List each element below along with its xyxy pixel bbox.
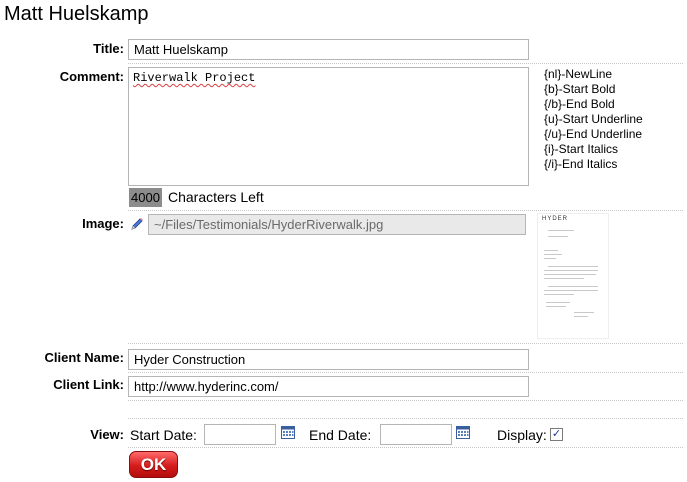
title-label: Title:	[93, 41, 124, 56]
row-divider	[128, 210, 683, 211]
row-divider	[128, 343, 683, 344]
image-thumbnail[interactable]: HYDER	[537, 213, 609, 339]
thumb-line	[574, 312, 594, 313]
display-checkbox[interactable]: ✓	[550, 428, 563, 441]
image-path-input[interactable]	[148, 214, 526, 235]
characters-left-label: Characters Left	[168, 189, 264, 205]
thumb-line	[548, 236, 568, 237]
pencil-edit-icon[interactable]	[129, 216, 145, 232]
start-date-input[interactable]	[204, 424, 276, 445]
thumb-line	[544, 270, 598, 271]
thumb-line	[548, 266, 598, 267]
thumb-line	[574, 316, 588, 317]
help-start-underline: {u}-Start Underline	[544, 112, 643, 126]
start-date-calendar-icon[interactable]	[281, 425, 295, 439]
ok-button[interactable]: OK	[129, 451, 178, 478]
row-divider	[128, 63, 683, 64]
row-divider	[128, 372, 683, 373]
thumbnail-header-text: HYDER	[542, 216, 569, 222]
thumb-line	[544, 250, 558, 251]
client-link-input[interactable]	[128, 376, 529, 397]
row-divider	[128, 418, 683, 419]
thumb-line	[544, 294, 574, 295]
help-end-underline: {/u}-End Underline	[544, 127, 643, 141]
thumb-line	[548, 230, 574, 231]
help-start-italics: {i}-Start Italics	[544, 142, 619, 156]
row-divider	[128, 447, 683, 448]
row-divider	[128, 400, 683, 401]
client-link-label: Client Link:	[53, 377, 124, 392]
checkmark-icon: ✓	[551, 428, 562, 440]
thumb-line	[546, 302, 570, 303]
end-date-calendar-icon[interactable]	[456, 425, 470, 439]
image-label: Image:	[82, 216, 124, 231]
help-end-bold: {/b}-End Bold	[544, 97, 615, 111]
start-date-label: Start Date:	[130, 427, 197, 443]
client-name-label: Client Name:	[44, 350, 124, 365]
characters-left-count: 4000	[129, 188, 162, 207]
thumb-line	[544, 278, 584, 279]
comment-label: Comment:	[59, 69, 124, 84]
title-input[interactable]	[128, 39, 529, 60]
thumb-line	[548, 286, 598, 287]
thumb-line	[544, 258, 556, 259]
end-date-label: End Date:	[309, 427, 372, 443]
end-date-input[interactable]	[380, 424, 452, 445]
page-title: Matt Huelskamp	[4, 3, 149, 25]
thumb-line	[546, 306, 566, 307]
thumb-line	[544, 274, 596, 275]
help-newline: {nl}-NewLine	[544, 67, 613, 81]
client-name-input[interactable]	[128, 349, 529, 370]
help-start-bold: {b}-Start Bold	[544, 82, 616, 96]
view-label: View:	[90, 427, 124, 442]
thumb-line	[544, 290, 598, 291]
help-end-italics: {/i}-End Italics	[544, 157, 618, 171]
comment-textarea[interactable]: Riverwalk Project	[128, 67, 529, 186]
display-label: Display:	[497, 427, 547, 443]
comment-text: Riverwalk Project	[133, 71, 256, 85]
formatting-help: {nl}-NewLine {b}-Start Bold {/b}-End Bol…	[544, 67, 643, 172]
thumb-line	[544, 254, 562, 255]
